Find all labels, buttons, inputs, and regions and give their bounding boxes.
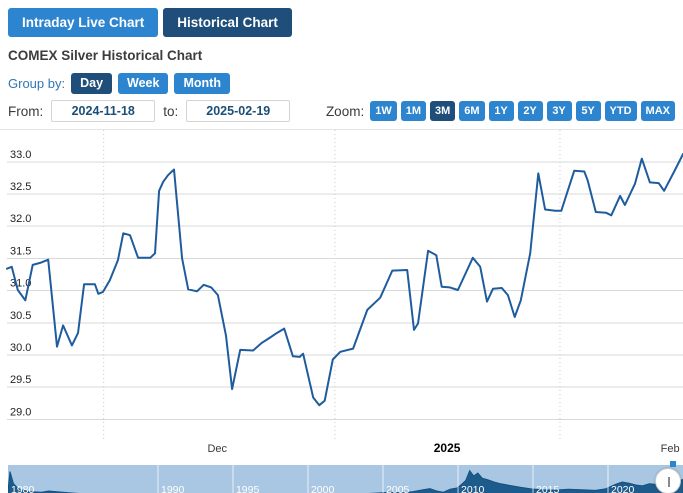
zoom-button-3m[interactable]: 3M	[430, 101, 455, 121]
price-chart: 33.032.532.031.531.030.530.029.529.0Dec2…	[0, 130, 683, 465]
navigator-year-label: 1980	[11, 484, 35, 493]
date-range-navigator[interactable]: 1980 1990 1995 2000 2005 2010 2015 2020	[8, 465, 683, 493]
y-axis-tick-label: 32.5	[10, 181, 31, 193]
x-axis-tick-label: 2025	[434, 441, 461, 455]
to-label: to:	[163, 104, 178, 119]
navigator-selection-marker	[670, 461, 676, 467]
navigator-year-label: 1995	[236, 484, 260, 493]
y-axis-tick-label: 33.0	[10, 149, 31, 161]
zoom-button-2y[interactable]: 2Y	[518, 101, 543, 121]
navigator-year-label: 2005	[386, 484, 410, 493]
navigator-background	[8, 465, 683, 493]
y-axis-tick-label: 29.0	[10, 406, 31, 418]
group-by-controls: Group by: Day Week Month	[8, 72, 683, 94]
zoom-button-ytd[interactable]: YTD	[605, 101, 637, 121]
navigator-drag-handle[interactable]	[655, 468, 681, 493]
range-and-zoom-row: From: to: Zoom: 1W 1M 3M 6M 1Y 2Y 3Y 5Y …	[8, 99, 675, 123]
price-line-series	[7, 154, 683, 405]
navigator-year-label: 2020	[611, 484, 635, 493]
page-title: COMEX Silver Historical Chart	[8, 48, 683, 63]
zoom-button-1m[interactable]: 1M	[401, 101, 426, 121]
y-axis-tick-label: 30.0	[10, 342, 31, 354]
zoom-preset-buttons: Zoom: 1W 1M 3M 6M 1Y 2Y 3Y 5Y YTD MAX	[326, 101, 675, 121]
tab-historical-chart[interactable]: Historical Chart	[163, 8, 292, 37]
zoom-button-5y[interactable]: 5Y	[576, 101, 601, 121]
y-axis-tick-label: 31.5	[10, 245, 31, 257]
y-axis-tick-label: 29.5	[10, 374, 31, 386]
zoom-label: Zoom:	[326, 104, 364, 119]
group-by-week-button[interactable]: Week	[118, 73, 168, 94]
to-date-input[interactable]	[186, 100, 290, 122]
zoom-button-max[interactable]: MAX	[641, 101, 675, 121]
y-axis-tick-label: 32.0	[10, 213, 31, 225]
y-axis-tick-label: 30.5	[10, 310, 31, 322]
x-axis-tick-label: Feb	[661, 443, 680, 455]
from-date-input[interactable]	[51, 100, 155, 122]
chart-type-tabs: Intraday Live Chart Historical Chart	[0, 0, 683, 37]
x-axis-tick-label: Dec	[207, 443, 227, 455]
navigator-year-label: 2000	[311, 484, 335, 493]
from-label: From:	[8, 104, 43, 119]
zoom-button-6m[interactable]: 6M	[459, 101, 484, 121]
group-by-label: Group by:	[8, 76, 65, 91]
tab-intraday-live-chart[interactable]: Intraday Live Chart	[8, 8, 158, 37]
zoom-button-3y[interactable]: 3Y	[547, 101, 572, 121]
zoom-button-1w[interactable]: 1W	[370, 101, 397, 121]
zoom-button-1y[interactable]: 1Y	[489, 101, 514, 121]
group-by-month-button[interactable]: Month	[174, 73, 229, 94]
navigator-year-label: 2015	[536, 484, 560, 493]
navigator-year-label: 1990	[161, 484, 185, 493]
navigator-year-label: 2010	[461, 484, 485, 493]
group-by-day-button[interactable]: Day	[71, 73, 112, 94]
